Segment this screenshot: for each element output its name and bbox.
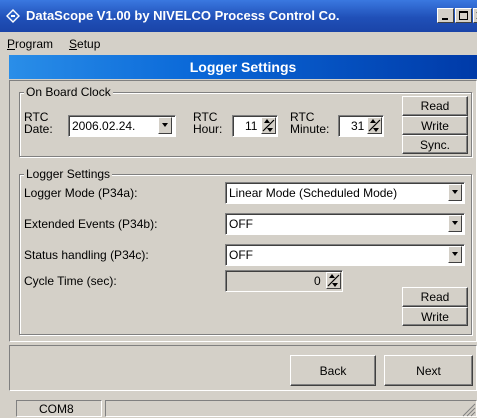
status-handling-value: OFF xyxy=(229,248,253,262)
up-down-icon xyxy=(327,274,340,287)
minimize-icon xyxy=(442,18,448,20)
page-header: Logger Settings xyxy=(9,55,477,79)
resize-grip-icon[interactable] xyxy=(462,403,476,417)
menu-program[interactable]: Program xyxy=(7,37,53,51)
rtc-date-label-2: Date: xyxy=(24,122,53,136)
cycle-time-label: Cycle Time (sec): xyxy=(24,274,117,288)
minimize-button[interactable] xyxy=(437,8,454,23)
chevron-down-icon[interactable] xyxy=(448,246,462,263)
status-panel xyxy=(105,400,477,417)
clock-read-button[interactable]: Read xyxy=(402,96,468,116)
rtc-hour-value: 11 xyxy=(245,119,258,133)
spin-arrows-icon[interactable] xyxy=(326,272,341,289)
up-down-icon xyxy=(368,119,381,132)
menu-bar: Program Setup xyxy=(0,33,477,53)
logger-mode-value: Linear Mode (Scheduled Mode) xyxy=(229,186,398,200)
logger-write-button[interactable]: Write xyxy=(402,307,468,326)
menu-setup[interactable]: Setup xyxy=(69,37,100,51)
rtc-date-value: 2006.02.24. xyxy=(72,119,136,133)
cycle-time-spinner[interactable]: 0 xyxy=(225,270,343,292)
app-icon xyxy=(6,9,20,23)
extended-events-dropdown[interactable]: OFF xyxy=(225,213,465,235)
menu-program-label: rogram xyxy=(15,37,54,51)
back-button[interactable]: Back xyxy=(290,355,376,386)
close-button[interactable] xyxy=(473,8,477,23)
rtc-hour-spinner[interactable]: 11 xyxy=(232,115,278,137)
chevron-down-icon[interactable] xyxy=(448,215,462,232)
app-window: DataScope V1.00 by NIVELCO Process Contr… xyxy=(0,0,477,418)
clock-sync-button[interactable]: Sync. xyxy=(402,135,468,154)
maximize-button[interactable] xyxy=(455,8,472,23)
status-handling-dropdown[interactable]: OFF xyxy=(225,244,465,266)
menu-program-mnemonic: P xyxy=(7,37,16,51)
next-button[interactable]: Next xyxy=(384,355,473,386)
logger-group-legend: Logger Settings xyxy=(24,167,113,181)
menu-setup-mnemonic: S xyxy=(69,37,78,51)
window-title: DataScope V1.00 by NIVELCO Process Contr… xyxy=(26,8,340,23)
extended-events-value: OFF xyxy=(229,217,253,231)
status-handling-label: Status handling (P34c): xyxy=(24,248,149,262)
rtc-minute-label-2: Minute: xyxy=(290,122,330,136)
spin-arrows-icon[interactable] xyxy=(367,117,382,134)
logger-mode-dropdown[interactable]: Linear Mode (Scheduled Mode) xyxy=(225,182,465,204)
rtc-minute-spinner[interactable]: 31 xyxy=(338,115,384,137)
logger-read-button[interactable]: Read xyxy=(402,287,468,307)
status-bar: COM8 xyxy=(0,398,477,418)
rtc-minute-value: 31 xyxy=(351,119,365,133)
chevron-down-icon[interactable] xyxy=(448,184,462,201)
status-port-panel: COM8 xyxy=(16,400,102,417)
spin-arrows-icon[interactable] xyxy=(261,117,276,134)
logger-mode-label: Logger Mode (P34a): xyxy=(24,186,138,200)
rtc-date-dropdown[interactable]: 2006.02.24. xyxy=(68,115,176,137)
rtc-hour-label-2: Hour: xyxy=(193,122,223,136)
clock-group-legend: On Board Clock xyxy=(24,85,113,99)
chevron-down-icon[interactable] xyxy=(158,117,172,134)
up-down-icon xyxy=(262,119,275,132)
page-title: Logger Settings xyxy=(189,59,297,75)
maximize-icon xyxy=(459,11,468,20)
cycle-time-value: 0 xyxy=(314,274,321,288)
menu-setup-label: etup xyxy=(77,37,101,51)
extended-events-label: Extended Events (P34b): xyxy=(24,217,158,231)
status-port: COM8 xyxy=(39,402,74,416)
title-bar[interactable]: DataScope V1.00 by NIVELCO Process Contr… xyxy=(0,0,477,32)
clock-write-button[interactable]: Write xyxy=(402,116,468,135)
